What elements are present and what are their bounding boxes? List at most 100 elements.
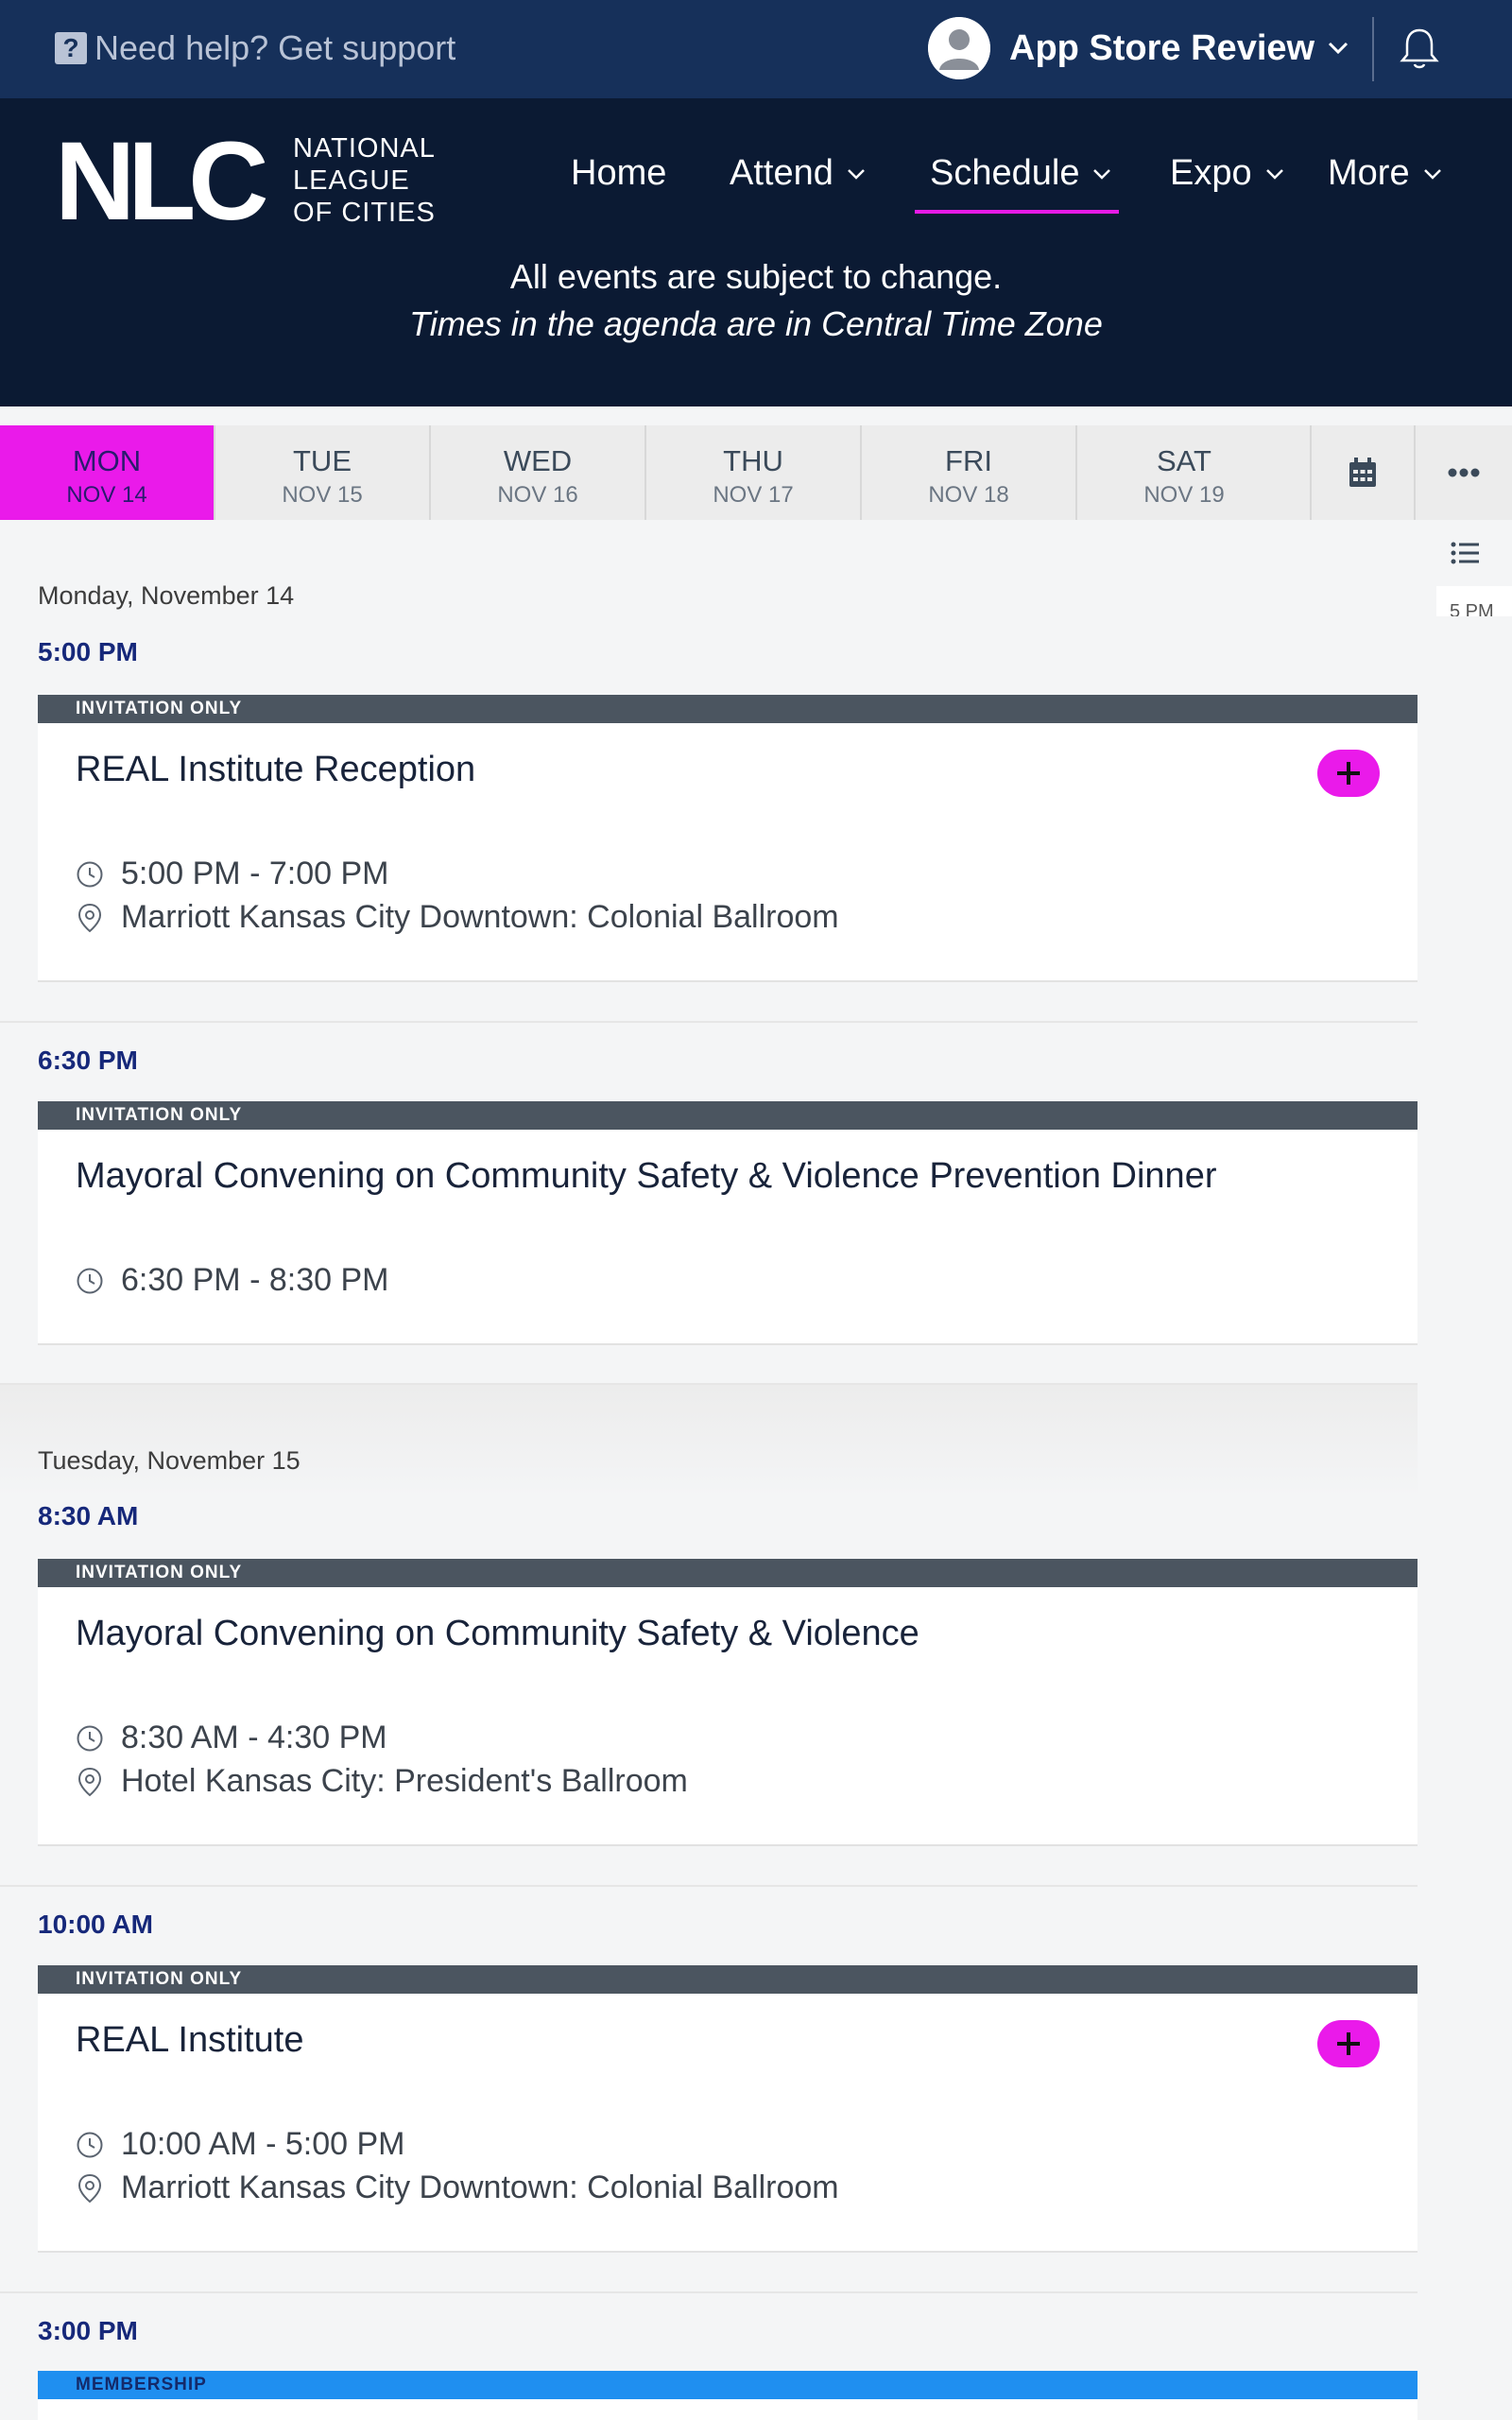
question-icon: ?: [55, 32, 87, 64]
event-card[interactable]: INVITATION ONLY Mayoral Convening on Com…: [38, 1559, 1418, 1846]
day-tab-tue[interactable]: TUE NOV 15: [215, 425, 431, 520]
event-time: 6:30 PM - 8:30 PM: [76, 1262, 388, 1299]
location-pin-icon: [77, 2173, 102, 2203]
event-time-text: 10:00 AM - 5:00 PM: [121, 2126, 405, 2162]
event-time-text: 8:30 AM - 4:30 PM: [121, 1720, 387, 1755]
time-heading: 10:00 AM: [38, 1910, 153, 1939]
calendar-button[interactable]: [1312, 425, 1416, 520]
event-title[interactable]: REAL Institute: [38, 2020, 1418, 2061]
user-name: App Store Review: [1009, 27, 1315, 68]
chevron-down-icon: [1423, 168, 1441, 180]
nav-schedule-label: Schedule: [930, 153, 1080, 193]
divider: [0, 1885, 1418, 1887]
list-view-button[interactable]: [1418, 529, 1512, 577]
event-location: Hotel Kansas City: President's Ballroom: [76, 1763, 688, 1800]
help-link[interactable]: ? Need help? Get support: [55, 28, 455, 68]
time-heading: 8:30 AM: [38, 1501, 139, 1530]
day-name: TUE: [293, 444, 352, 477]
event-location: Marriott Kansas City Downtown: Colonial …: [76, 899, 839, 936]
chevron-down-icon: [1329, 42, 1349, 55]
event-badge: INVITATION ONLY: [38, 695, 1418, 723]
logo-line-2: LEAGUE: [293, 165, 410, 196]
clock-icon: [77, 1725, 103, 1751]
day-date: NOV 17: [713, 482, 794, 508]
event-badge: INVITATION ONLY: [38, 1965, 1418, 1994]
add-to-schedule-button[interactable]: [1317, 750, 1380, 797]
day-tab-fri[interactable]: FRI NOV 18: [862, 425, 1077, 520]
timeline-label: 5 PM: [1450, 601, 1494, 616]
event-time: 5:00 PM - 7:00 PM: [76, 856, 388, 892]
event-card[interactable]: INVITATION ONLY Mayoral Convening on Com…: [38, 1101, 1418, 1345]
day-name: WED: [503, 444, 573, 477]
location-pin-icon: [77, 903, 102, 932]
location-pin-icon: [77, 1767, 102, 1796]
event-time: 10:00 AM - 5:00 PM: [76, 2126, 405, 2163]
date-heading: Monday, November 14: [38, 581, 295, 610]
day-tab-thu[interactable]: THU NOV 17: [646, 425, 862, 520]
day-date: NOV 16: [497, 482, 578, 508]
clock-icon: [77, 1268, 103, 1293]
more-options-button[interactable]: [1416, 425, 1512, 520]
site-header: NLC NATIONAL LEAGUE OF CITIES Home Atten…: [0, 98, 1512, 406]
time-heading: 3:00 PM: [38, 2316, 138, 2345]
logo-line-3: OF CITIES: [293, 198, 436, 228]
day-tab-mon[interactable]: MON NOV 14: [0, 425, 215, 520]
chevron-down-icon: [1093, 168, 1111, 180]
add-to-schedule-button[interactable]: [1317, 2020, 1380, 2067]
active-nav-indicator: [915, 210, 1119, 214]
timeline-preview: 5 PM: [1436, 586, 1512, 616]
event-time: 8:30 AM - 4:30 PM: [76, 1720, 387, 1756]
list-icon: [1451, 542, 1479, 564]
nav-more-label: More: [1328, 153, 1410, 193]
divider: [0, 1383, 1418, 1385]
event-time-text: 6:30 PM - 8:30 PM: [121, 1262, 389, 1298]
time-heading: 6:30 PM: [38, 1046, 138, 1075]
calendar-icon: [1349, 458, 1376, 487]
time-heading: 5:00 PM: [38, 637, 138, 666]
nav-expo[interactable]: Expo: [1170, 153, 1284, 194]
day-date: NOV 14: [66, 482, 147, 508]
nav-more[interactable]: More: [1328, 153, 1442, 194]
nav-home-label: Home: [571, 153, 667, 193]
event-title[interactable]: REAL Institute Reception: [38, 750, 1418, 790]
nav-attend[interactable]: Attend: [730, 153, 866, 194]
event-card[interactable]: INVITATION ONLY REAL Institute 10:00 AM …: [38, 1965, 1418, 2253]
nlc-logo[interactable]: NLC: [55, 132, 282, 227]
chevron-down-icon: [1265, 168, 1283, 180]
event-title[interactable]: Mayoral Convening on Community Safety & …: [38, 1156, 1418, 1197]
day-tab-wed[interactable]: WED NOV 16: [431, 425, 646, 520]
event-card[interactable]: MEMBERSHIP: [38, 2371, 1418, 2420]
bell-icon[interactable]: [1399, 26, 1440, 70]
user-menu[interactable]: App Store Review: [928, 17, 1349, 79]
day-name: MON: [72, 444, 142, 477]
event-location-text: Hotel Kansas City: President's Ballroom: [121, 1763, 688, 1799]
nav-home[interactable]: Home: [571, 153, 666, 194]
help-text: Need help? Get support: [94, 28, 456, 67]
nav-expo-label: Expo: [1170, 153, 1252, 193]
day-date: NOV 15: [282, 482, 363, 508]
date-heading: Tuesday, November 15: [38, 1446, 301, 1475]
nav-schedule[interactable]: Schedule: [930, 153, 1111, 194]
day-date: NOV 18: [928, 482, 1009, 508]
svg-text:NLC: NLC: [55, 132, 266, 227]
divider: [0, 2291, 1418, 2293]
event-card[interactable]: INVITATION ONLY REAL Institute Reception…: [38, 695, 1418, 982]
clock-icon: [77, 2132, 103, 2157]
divider: [0, 1021, 1418, 1023]
nav-attend-label: Attend: [730, 153, 833, 193]
day-name: FRI: [945, 444, 992, 477]
day-section-background: [0, 1384, 1418, 1497]
logo-line-1: NATIONAL: [293, 133, 436, 164]
day-date: NOV 19: [1143, 482, 1225, 508]
day-selector: MON NOV 14 TUE NOV 15 WED NOV 16 THU NOV…: [0, 425, 1512, 520]
event-title[interactable]: Mayoral Convening on Community Safety & …: [38, 1614, 1418, 1654]
event-badge: MEMBERSHIP: [38, 2371, 1418, 2399]
event-badge: INVITATION ONLY: [38, 1559, 1418, 1587]
utility-bar: ? Need help? Get support App Store Revie…: [0, 0, 1512, 98]
day-tab-sat[interactable]: SAT NOV 19: [1077, 425, 1312, 520]
event-time-text: 5:00 PM - 7:00 PM: [121, 856, 389, 891]
avatar-icon: [928, 17, 990, 79]
day-name: THU: [723, 444, 783, 477]
event-location-text: Marriott Kansas City Downtown: Colonial …: [121, 899, 839, 935]
plus-icon: [1337, 762, 1360, 785]
